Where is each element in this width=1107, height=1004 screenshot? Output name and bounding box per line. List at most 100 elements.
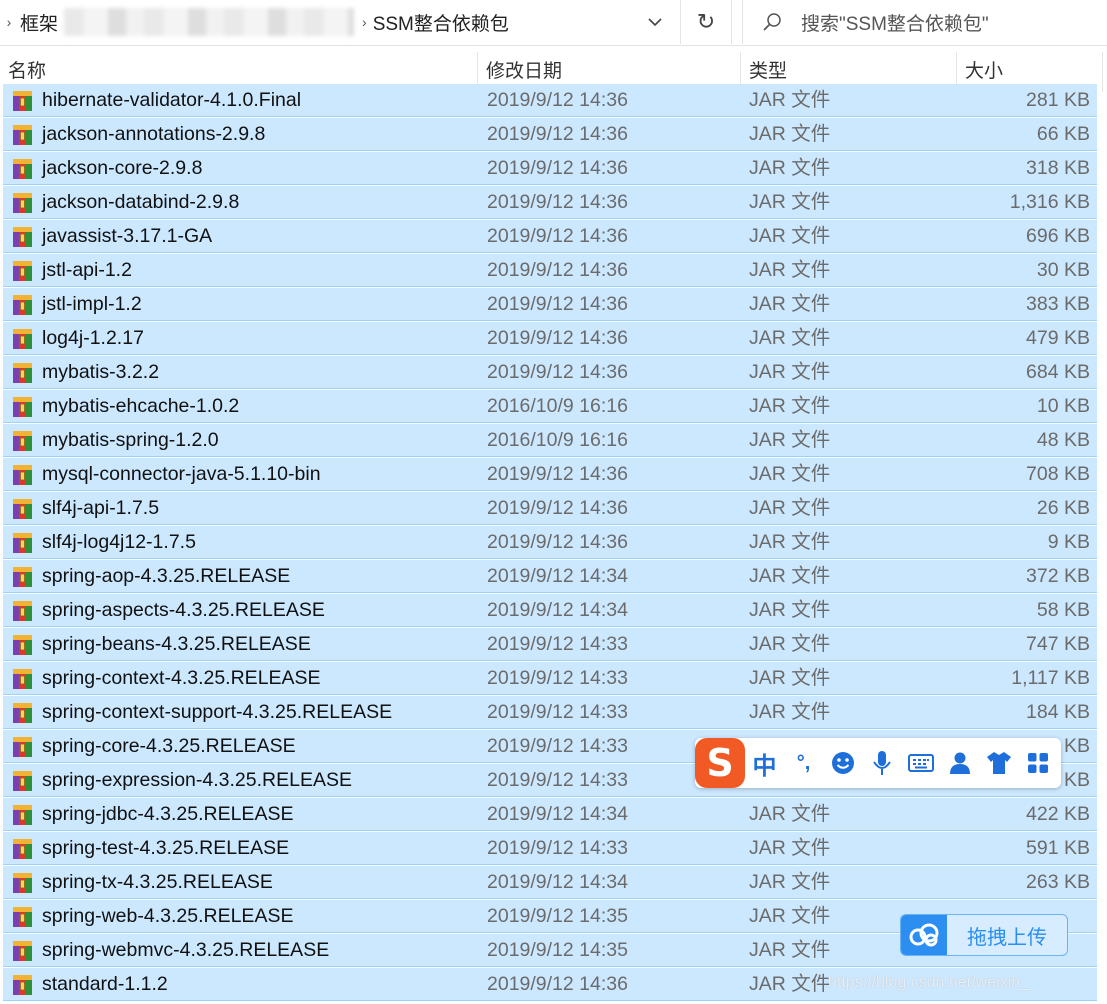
file-modified-date: 2019/9/12 14:36 <box>487 259 628 281</box>
file-row[interactable]: spring-context-support-4.3.25.RELEASE 201… <box>3 696 1097 729</box>
breadcrumb-expand-icon[interactable]: › <box>0 14 18 30</box>
jar-archive-icon <box>12 905 34 929</box>
file-row[interactable]: jstl-impl-1.2 2019/9/12 14:36 JAR 文件 383 KB <box>3 288 1097 321</box>
address-bar-area: › 框架 › SSM整合依赖包 ↻ 搜索"SSM整合依赖包" <box>0 0 1107 46</box>
jar-archive-icon <box>12 565 34 589</box>
file-size: 591 KB <box>1026 837 1090 859</box>
file-type: JAR 文件 <box>749 293 831 315</box>
file-modified-date: 2019/9/12 14:33 <box>487 701 628 723</box>
file-type: JAR 文件 <box>749 599 831 621</box>
file-type: JAR 文件 <box>749 939 831 961</box>
ime-punct-toggle[interactable]: °, <box>784 752 823 775</box>
toolbox-grid-icon[interactable] <box>1018 752 1057 774</box>
jar-archive-icon <box>12 157 34 181</box>
refresh-button[interactable]: ↻ <box>680 0 732 44</box>
file-row[interactable]: spring-tx-4.3.25.RELEASE 2019/9/12 14:34 J… <box>3 866 1097 899</box>
file-name: slf4j-api-1.7.5 <box>42 497 160 519</box>
file-row[interactable]: hibernate-validator-4.1.0.Final 2019/9/12… <box>3 84 1097 117</box>
file-modified-date: 2019/9/12 14:35 <box>487 905 628 927</box>
file-row[interactable]: spring-jdbc-4.3.25.RELEASE 2019/9/12 14:3… <box>3 798 1097 831</box>
file-row[interactable]: mysql-connector-java-5.1.10-bin 2019/9/12… <box>3 458 1097 491</box>
drag-upload-button[interactable]: 拖拽上传 <box>900 914 1068 956</box>
file-modified-date: 2019/9/12 14:36 <box>487 191 628 213</box>
file-modified-date: 2019/9/12 14:33 <box>487 837 628 859</box>
file-type: JAR 文件 <box>749 531 831 553</box>
file-row[interactable]: spring-aspects-4.3.25.RELEASE 2019/9/12 1… <box>3 594 1097 627</box>
jar-archive-icon <box>12 225 34 249</box>
file-type: JAR 文件 <box>749 633 831 655</box>
file-modified-date: 2019/9/12 14:34 <box>487 803 628 825</box>
chevron-down-icon[interactable] <box>639 8 671 36</box>
jar-archive-icon <box>12 939 34 963</box>
microphone-icon[interactable] <box>862 750 901 776</box>
file-type: JAR 文件 <box>749 497 831 519</box>
file-modified-date: 2019/9/12 14:36 <box>487 293 628 315</box>
jar-archive-icon <box>12 259 34 283</box>
file-name: spring-core-4.3.25.RELEASE <box>42 735 296 757</box>
file-row[interactable]: slf4j-log4j12-1.7.5 2019/9/12 14:36 JAR 文件… <box>3 526 1097 559</box>
file-type: JAR 文件 <box>749 429 831 451</box>
search-box[interactable]: 搜索"SSM整合依赖包" <box>742 0 1107 44</box>
file-type: JAR 文件 <box>749 905 831 927</box>
file-name: standard-1.1.2 <box>42 973 168 995</box>
file-row[interactable]: jackson-databind-2.9.8 2019/9/12 14:36 JAR… <box>3 186 1097 219</box>
file-modified-date: 2019/9/12 14:33 <box>487 633 628 655</box>
file-row[interactable]: javassist-3.17.1-GA 2019/9/12 14:36 JAR 文件… <box>3 220 1097 253</box>
file-name: spring-jdbc-4.3.25.RELEASE <box>42 803 294 825</box>
file-name: spring-context-4.3.25.RELEASE <box>42 667 321 689</box>
file-type: JAR 文件 <box>749 361 831 383</box>
file-modified-date: 2019/9/12 14:36 <box>487 361 628 383</box>
file-modified-date: 2019/9/12 14:36 <box>487 327 628 349</box>
ime-toolbar[interactable]: S 中 °, <box>695 738 1061 788</box>
jar-archive-icon <box>12 599 34 623</box>
skin-shirt-icon[interactable] <box>979 751 1018 775</box>
jar-archive-icon <box>12 191 34 215</box>
file-type: JAR 文件 <box>749 123 831 145</box>
file-size: 372 KB <box>1026 565 1090 587</box>
user-icon[interactable] <box>940 751 979 775</box>
file-row[interactable]: spring-aop-4.3.25.RELEASE 2019/9/12 14:34… <box>3 560 1097 593</box>
file-name: spring-aop-4.3.25.RELEASE <box>42 565 291 587</box>
emoji-icon[interactable] <box>823 751 862 775</box>
keyboard-icon[interactable] <box>901 753 940 773</box>
file-modified-date: 2019/9/12 14:34 <box>487 565 628 587</box>
file-name: spring-web-4.3.25.RELEASE <box>42 905 294 927</box>
file-name: javassist-3.17.1-GA <box>42 225 213 247</box>
file-name: mybatis-3.2.2 <box>42 361 160 383</box>
file-type: JAR 文件 <box>749 89 831 111</box>
search-input[interactable]: 搜索"SSM整合依赖包" <box>801 9 989 36</box>
file-row[interactable]: spring-test-4.3.25.RELEASE 2019/9/12 14:3… <box>3 832 1097 865</box>
file-name: spring-webmvc-4.3.25.RELEASE <box>42 939 330 961</box>
file-row[interactable]: jackson-core-2.9.8 2019/9/12 14:36 JAR 文件 3… <box>3 152 1097 185</box>
file-size: 48 KB <box>1036 429 1090 451</box>
file-row[interactable]: jackson-annotations-2.9.8 2019/9/12 14:36… <box>3 118 1097 151</box>
file-modified-date: 2019/9/12 14:36 <box>487 531 628 553</box>
address-bar[interactable]: › 框架 › SSM整合依赖包 <box>0 0 677 44</box>
file-size: 318 KB <box>1026 157 1090 179</box>
file-row[interactable]: spring-beans-4.3.25.RELEASE 2019/9/12 14:… <box>3 628 1097 661</box>
file-row[interactable]: jstl-api-1.2 2019/9/12 14:36 JAR 文件 30 KB <box>3 254 1097 287</box>
file-name: hibernate-validator-4.1.0.Final <box>42 89 302 111</box>
file-name: jstl-api-1.2 <box>42 259 132 281</box>
file-row[interactable]: spring-context-4.3.25.RELEASE 2019/9/12 1… <box>3 662 1097 695</box>
file-modified-date: 2019/9/12 14:36 <box>487 157 628 179</box>
file-name: jackson-annotations-2.9.8 <box>42 123 266 145</box>
file-size: 26 KB <box>1036 497 1090 519</box>
file-modified-date: 2019/9/12 14:36 <box>487 497 628 519</box>
file-explorer-window: › 框架 › SSM整合依赖包 ↻ 搜索"SSM整合依赖包" 名称 修改日期 类… <box>0 0 1107 1004</box>
jar-archive-icon <box>12 89 34 113</box>
breadcrumb-separator-icon[interactable]: › <box>362 14 367 30</box>
file-row[interactable]: mybatis-spring-1.2.0 2016/10/9 16:16 JAR 文… <box>3 424 1097 457</box>
file-size: 422 KB <box>1026 803 1090 825</box>
breadcrumb-root[interactable]: 框架 <box>20 9 58 36</box>
file-row[interactable]: mybatis-3.2.2 2019/9/12 14:36 JAR 文件 684 KB <box>3 356 1097 389</box>
upload-label: 拖拽上传 <box>967 926 1047 949</box>
file-row[interactable]: slf4j-api-1.7.5 2019/9/12 14:36 JAR 文件 26 K… <box>3 492 1097 525</box>
file-size: 1,117 KB <box>1011 667 1090 689</box>
breadcrumb-current-folder[interactable]: SSM整合依赖包 <box>373 9 509 36</box>
file-modified-date: 2019/9/12 14:35 <box>487 939 628 961</box>
sogou-logo-icon[interactable]: S <box>695 738 745 788</box>
ime-mode-toggle[interactable]: 中 <box>745 746 784 781</box>
file-row[interactable]: log4j-1.2.17 2019/9/12 14:36 JAR 文件 479 KB <box>3 322 1097 355</box>
file-row[interactable]: mybatis-ehcache-1.0.2 2016/10/9 16:16 JAR … <box>3 390 1097 423</box>
